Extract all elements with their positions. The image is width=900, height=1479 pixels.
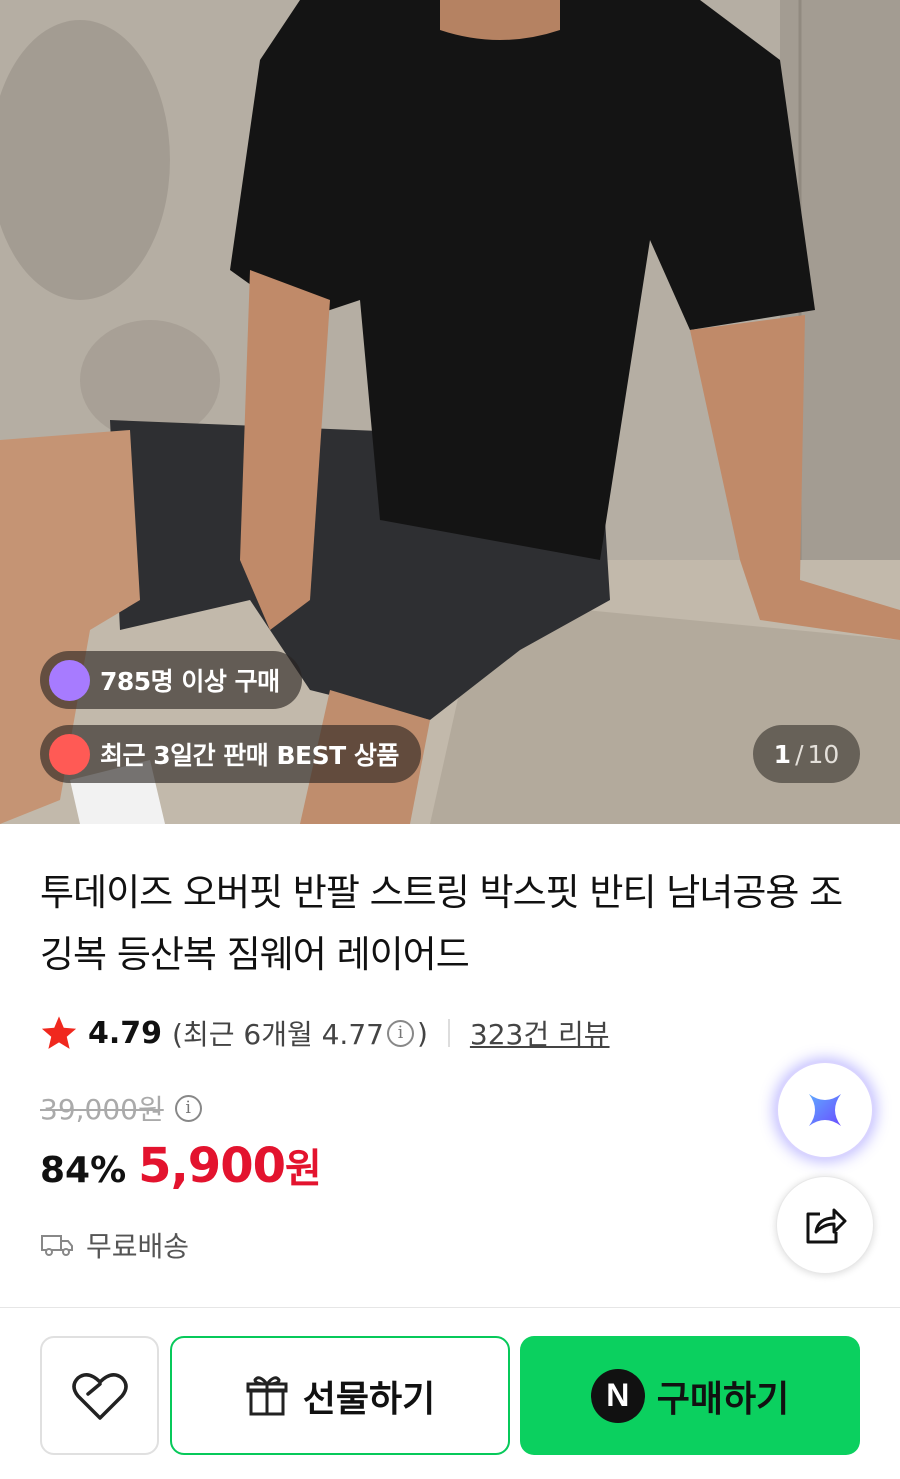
- gift-box-icon: [49, 733, 90, 775]
- buyers-count-badge: 785명 이상 구매: [40, 651, 302, 709]
- product-title: 투데이즈 오버핏 반팔 스트링 박스핏 반티 남녀공용 조깅복 등산복 짐웨어 …: [40, 871, 843, 976]
- original-price: 39,000원: [40, 1093, 164, 1126]
- recent-rating-text: (최근 6개월 4.77: [172, 1018, 384, 1051]
- heart-icon: [71, 1372, 128, 1420]
- review-count-link[interactable]: 323건 리뷰: [470, 1013, 610, 1053]
- currency-unit: 원: [285, 1146, 322, 1192]
- shipping-text: 무료배송: [86, 1230, 190, 1263]
- original-price-row: 39,000원 i: [40, 1088, 205, 1128]
- gift-icon: [246, 1375, 288, 1415]
- rating-divider: [447, 1019, 450, 1047]
- shopping-bag-icon: [49, 659, 90, 701]
- image-counter-separator: /: [795, 739, 804, 769]
- image-counter-total: 10: [807, 739, 840, 769]
- share-button[interactable]: [776, 1176, 874, 1274]
- gift-button[interactable]: 선물하기: [170, 1336, 510, 1455]
- gift-button-label: 선물하기: [302, 1378, 436, 1420]
- price-row: 84% 5,900 원: [40, 1136, 322, 1194]
- buy-button[interactable]: N 구매하기: [520, 1336, 860, 1455]
- bottom-action-bar: 선물하기 N 구매하기: [0, 1307, 900, 1479]
- info-icon[interactable]: i: [386, 1019, 414, 1047]
- price-info-icon[interactable]: i: [174, 1094, 202, 1122]
- shipping-row: 무료배송: [40, 1225, 189, 1265]
- image-counter: 1 / 10: [753, 725, 860, 783]
- naver-pay-icon: N: [590, 1368, 645, 1423]
- wishlist-button[interactable]: [40, 1336, 159, 1455]
- sale-price: 5,900: [138, 1138, 286, 1194]
- recent-rating: (최근 6개월 4.77 i ): [172, 1013, 428, 1053]
- best-seller-badge: 최근 3일간 판매 BEST 상품: [40, 725, 421, 783]
- ai-sparkle-icon: [809, 1094, 841, 1126]
- star-icon: [41, 1016, 77, 1049]
- rating-score: 4.79: [88, 1015, 163, 1051]
- discount-rate: 84%: [40, 1150, 127, 1191]
- truck-icon: [41, 1235, 73, 1256]
- rating-row: 4.79 (최근 6개월 4.77 i ) 323건 리뷰: [40, 1011, 610, 1055]
- ai-assistant-button[interactable]: [776, 1061, 874, 1159]
- recent-rating-close: ): [416, 1016, 428, 1050]
- share-icon: [806, 1208, 847, 1244]
- buy-button-label: 구매하기: [656, 1378, 790, 1420]
- image-counter-current: 1: [773, 739, 792, 769]
- product-image[interactable]: 785명 이상 구매 최근 3일간 판매 BEST 상품 1 / 10: [0, 0, 900, 824]
